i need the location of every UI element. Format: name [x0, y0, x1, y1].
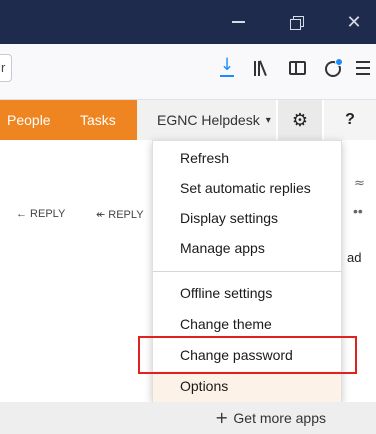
- window-titlebar: ✕: [0, 0, 376, 44]
- minimize-button[interactable]: [214, 0, 262, 44]
- plus-icon: +: [215, 408, 229, 427]
- reply-all-button[interactable]: ↞ REPLY: [96, 208, 144, 221]
- browser-menu-button[interactable]: [350, 54, 376, 82]
- nav-people-link[interactable]: People: [7, 100, 51, 140]
- address-bar-text: r: [1, 60, 6, 75]
- get-more-apps-label: Get more apps: [233, 410, 327, 426]
- library-icon: [253, 60, 267, 76]
- extension-icon: [323, 58, 343, 78]
- restore-icon: [290, 16, 304, 30]
- app-footer-bar: + Get more apps: [0, 402, 376, 434]
- address-bar[interactable]: r: [0, 54, 12, 82]
- menu-item-automatic-replies[interactable]: Set automatic replies: [153, 173, 341, 204]
- reply-button[interactable]: ← REPLY: [16, 208, 65, 220]
- nav-tasks-link[interactable]: Tasks: [80, 100, 116, 140]
- highlight-annotation-box: [138, 336, 357, 374]
- message-text-fragment: ad: [347, 250, 362, 265]
- expand-icon[interactable]: ≈: [354, 176, 365, 191]
- download-button[interactable]: ↓: [212, 54, 242, 82]
- account-name: EGNC Helpdesk: [157, 112, 260, 128]
- restore-button[interactable]: [272, 0, 320, 44]
- sidebar-button[interactable]: [282, 54, 312, 82]
- close-icon: ✕: [346, 11, 362, 33]
- menu-item-manage-apps[interactable]: Manage apps: [153, 233, 341, 264]
- help-icon: ?: [345, 111, 355, 128]
- browser-toolbar: r ↓: [0, 44, 376, 100]
- help-button[interactable]: ?: [324, 100, 376, 140]
- sidebar-icon: [288, 61, 306, 75]
- more-options-icon[interactable]: ••: [353, 203, 363, 219]
- app-nav-bar: People Tasks EGNC Helpdesk ▾ ⚙ ?: [0, 100, 376, 140]
- library-button[interactable]: [245, 54, 275, 82]
- menu-item-refresh[interactable]: Refresh: [153, 143, 341, 174]
- account-switcher[interactable]: EGNC Helpdesk ▾: [137, 100, 276, 140]
- extension-button[interactable]: [318, 54, 348, 82]
- download-icon: ↓: [219, 55, 235, 77]
- get-more-apps-link[interactable]: + Get more apps: [215, 408, 326, 427]
- menu-item-options[interactable]: Options: [153, 371, 341, 402]
- settings-button[interactable]: ⚙: [278, 100, 322, 140]
- close-button[interactable]: ✕: [330, 0, 376, 44]
- chevron-down-icon: ▾: [265, 114, 271, 126]
- menu-divider: [153, 271, 341, 272]
- menu-item-offline-settings[interactable]: Offline settings: [153, 278, 341, 309]
- menu-item-display-settings[interactable]: Display settings: [153, 203, 341, 234]
- menu-icon: [356, 61, 370, 75]
- minimize-icon: [231, 21, 245, 23]
- gear-icon: ⚙: [291, 109, 309, 131]
